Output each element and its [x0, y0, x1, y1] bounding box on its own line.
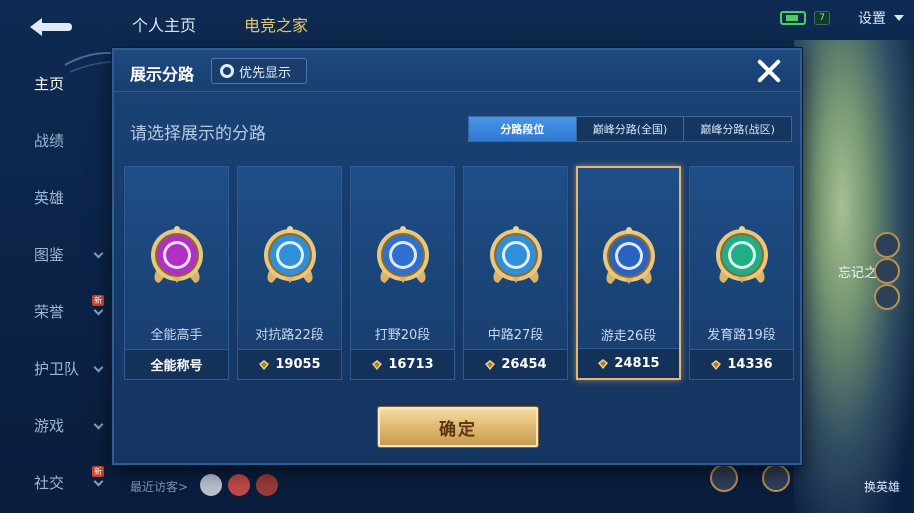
lane-card-footer: 16713: [351, 349, 454, 379]
switch-hero-button[interactable]: 换英雄: [864, 478, 900, 495]
tab-esports-home[interactable]: 电竞之家: [244, 12, 308, 36]
lane-card-name: 打野20段: [374, 328, 431, 343]
lane-card[interactable]: 全能高手 全能称号: [124, 166, 229, 380]
lane-tab[interactable]: 分路段位: [469, 117, 577, 141]
tab-personal-home[interactable]: 个人主页: [132, 12, 196, 36]
new-badge: 新: [92, 295, 104, 306]
chevron-down-icon: [93, 362, 104, 373]
sidebar-item[interactable]: 社交 新: [0, 454, 110, 511]
lane-card-score: 19055: [275, 357, 321, 372]
lane-card-score: 24815: [614, 356, 660, 371]
lane-card-score: 26454: [501, 357, 547, 372]
priority-display-button[interactable]: 优先显示: [211, 58, 307, 84]
lane-tab[interactable]: 巅峰分路(战区): [684, 117, 791, 141]
sidebar-item-label: 英雄: [34, 189, 65, 207]
lane-display-dialog: 展示分路 优先显示 请选择展示的分路 分路段位 巅峰分路(全国) 巅峰分路(战区) …: [112, 48, 802, 465]
sidebar-item-label: 战绩: [34, 132, 65, 150]
chevron-down-icon: [93, 248, 104, 259]
rank-points-icon: [711, 359, 722, 370]
lane-card-name: 中路27段: [487, 328, 544, 343]
sidebar-item-label: 护卫队: [34, 360, 80, 378]
sidebar-item-label: 荣誉: [34, 303, 65, 321]
dialog-title: 展示分路: [130, 65, 195, 84]
lane-card-name: 全能高手: [150, 328, 203, 343]
sidebar-item[interactable]: 游戏: [0, 397, 110, 454]
priority-display-label: 优先显示: [239, 65, 292, 81]
lane-card[interactable]: 对抗路22段 19055: [237, 166, 342, 380]
lane-card-score: 16713: [388, 357, 434, 372]
sidebar-item[interactable]: 图鉴: [0, 226, 110, 283]
lane-tab-bar: 分路段位 巅峰分路(全国) 巅峰分路(战区): [468, 116, 792, 142]
lane-card-footer: 全能称号: [125, 349, 228, 379]
all-round-badge-icon: [150, 226, 203, 283]
recent-visitors-link[interactable]: 最近访客>: [130, 478, 188, 495]
chevron-down-icon: [93, 419, 104, 430]
new-badge: 新: [92, 466, 104, 477]
move-icon[interactable]: [710, 464, 738, 492]
rank-points-icon: [372, 359, 383, 370]
roam-badge-icon: [602, 227, 655, 284]
lane-tab[interactable]: 巅峰分路(全国): [577, 117, 685, 141]
back-arrow-icon[interactable]: [24, 14, 76, 40]
skill-icon[interactable]: [874, 258, 900, 284]
avatar[interactable]: [200, 474, 222, 496]
sidebar-item[interactable]: 英雄: [0, 169, 110, 226]
sidebar: 主页 战绩 英雄 图鉴 荣誉新护卫队 游戏 社交新: [0, 55, 110, 511]
lane-card-name: 游走26段: [600, 329, 657, 344]
mid-lane-badge-icon: [489, 226, 542, 283]
lane-card-footer: 19055: [238, 349, 341, 379]
dialog-subtitle: 请选择展示的分路: [130, 124, 266, 144]
dialog-header: 展示分路 优先显示: [114, 50, 800, 92]
rank-points-icon: [485, 359, 496, 370]
rank-points-icon: [259, 359, 270, 370]
farm-lane-badge-icon: [715, 226, 768, 283]
lane-card-list: 全能高手 全能称号 对抗路22段 19055 打野20段 16713 中路27段 26454 游…: [124, 166, 794, 381]
sidebar-item-label: 游戏: [34, 417, 65, 435]
sidebar-item[interactable]: 战绩: [0, 112, 110, 169]
lane-card[interactable]: 打野20段 16713: [350, 166, 455, 380]
lane-card-name: 发育路19段: [707, 328, 776, 343]
avatar[interactable]: [228, 474, 250, 496]
lane-card[interactable]: 发育路19段 14336: [689, 166, 794, 380]
network-status-icon: [780, 11, 807, 25]
sidebar-item-label: 图鉴: [34, 246, 65, 264]
sidebar-item[interactable]: 荣誉 新: [0, 283, 110, 340]
sidebar-item[interactable]: 护卫队: [0, 340, 110, 397]
settings-button[interactable]: 设置: [858, 8, 886, 28]
status-chip: 7: [814, 11, 830, 25]
lane-card[interactable]: 中路27段 26454: [463, 166, 568, 380]
lane-card-footer: 26454: [464, 349, 567, 379]
top-right-bar: 7 设置: [780, 8, 904, 28]
lane-card-score: 全能称号: [150, 359, 203, 374]
skill-icon[interactable]: [874, 232, 900, 258]
lane-card-score: 14336: [727, 357, 773, 372]
close-button[interactable]: [752, 54, 786, 88]
rank-points-icon: [598, 358, 609, 369]
skill-icon[interactable]: [874, 284, 900, 310]
lane-card-footer: 24815: [578, 348, 679, 378]
chevron-down-icon: [93, 305, 104, 316]
chevron-down-icon[interactable]: [894, 15, 904, 21]
confirm-button[interactable]: 确定: [378, 407, 538, 447]
gear-icon: [220, 64, 234, 78]
jungle-badge-icon: [376, 226, 429, 283]
avatar[interactable]: [256, 474, 278, 496]
sidebar-item-label: 社交: [34, 474, 65, 492]
lane-card[interactable]: 游走26段 24815: [576, 166, 681, 380]
play-icon[interactable]: [762, 464, 790, 492]
chevron-down-icon: [93, 476, 104, 487]
lane-card-footer: 14336: [690, 349, 793, 379]
clash-lane-badge-icon: [263, 226, 316, 283]
lane-card-name: 对抗路22段: [255, 328, 324, 343]
